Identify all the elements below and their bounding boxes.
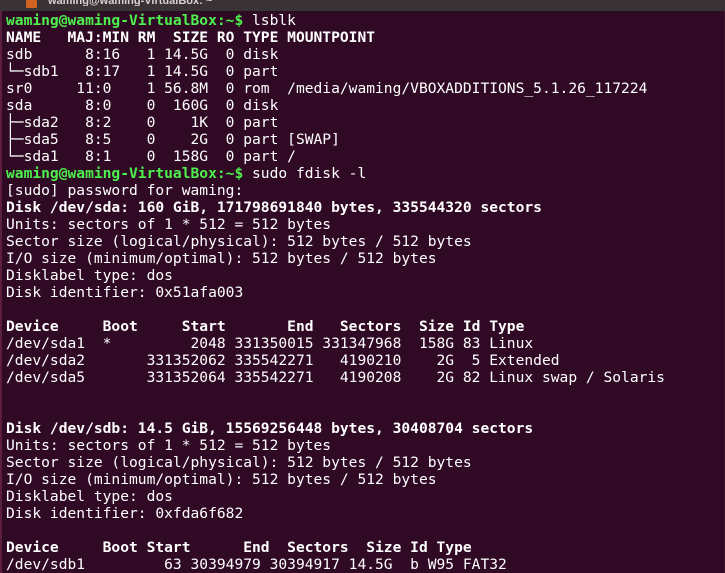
terminal-output-line: /dev/sda5 331352064 335542271 4190208 2G… <box>6 369 665 386</box>
terminal-output-line: Sector size (logical/physical): 512 byte… <box>6 233 472 250</box>
terminal-output-line: Disk /dev/sdb: 14.5 GiB, 15569256448 byt… <box>6 420 534 437</box>
terminal-output-line: Sector size (logical/physical): 512 byte… <box>6 454 472 471</box>
terminal-prompt-line: waming@waming-VirtualBox:~$ lsblk <box>6 12 724 29</box>
terminal-output-line: I/O size (minimum/optimal): 512 bytes / … <box>6 250 437 267</box>
terminal-output-line: Disk identifier: 0xfda6f682 <box>6 505 244 522</box>
terminal-output-line: Disklabel type: dos <box>6 267 173 284</box>
terminal-output-line: /dev/sdb1 63 30394979 30394917 14.5G b W… <box>6 556 507 573</box>
terminal-output-line: Device Boot Start End Sectors Size Id Ty… <box>6 318 525 335</box>
terminal-output-line: └─sda1 8:1 0 158G 0 part / <box>6 148 296 165</box>
terminal-output-line: sda 8:0 0 160G 0 disk <box>6 97 288 114</box>
window-title: waming@waming-VirtualBox: ~ <box>48 0 213 6</box>
terminal-output-line: sdb 8:16 1 14.5G 0 disk <box>6 46 288 63</box>
terminal-output-line: ├─sda2 8:2 0 1K 0 part <box>6 114 288 131</box>
shell-command: sudo fdisk -l <box>252 165 367 182</box>
terminal-output-line: I/O size (minimum/optimal): 512 bytes / … <box>6 471 437 488</box>
terminal-output-line: Disklabel type: dos <box>6 488 173 505</box>
terminal-screen[interactable]: waming@waming-VirtualBox:~$ lsblk NAME MA… <box>2 11 724 573</box>
terminal-output-line: NAME MAJ:MIN RM SIZE RO TYPE MOUNTPOINT <box>6 29 376 46</box>
terminal-output-line: sr0 11:0 1 56.8M 0 rom /media/waming/VBO… <box>6 80 648 97</box>
shell-prompt: waming@waming-VirtualBox:~$ <box>6 165 253 182</box>
shell-prompt: waming@waming-VirtualBox:~$ <box>6 12 253 29</box>
terminal-prompt-line: waming@waming-VirtualBox:~$ sudo fdisk -… <box>6 165 724 182</box>
terminal-output-line: Device Boot Start End Sectors Size Id Ty… <box>6 539 472 556</box>
shell-command: lsblk <box>252 12 296 29</box>
terminal-output-line: └─sdb1 8:17 1 14.5G 0 part <box>6 63 288 80</box>
terminal-output-line: /dev/sda2 331352062 335542271 4190210 2G… <box>6 352 560 369</box>
terminal-window: waming@waming-VirtualBox: ~ waming@wamin… <box>0 0 725 573</box>
terminal-output-line: /dev/sda1 * 2048 331350015 331347968 158… <box>6 335 534 352</box>
terminal-icon <box>26 0 37 8</box>
terminal-output-line: ├─sda5 8:5 0 2G 0 part [SWAP] <box>6 131 340 148</box>
terminal-output-line: Disk /dev/sda: 160 GiB, 171798691840 byt… <box>6 199 542 216</box>
terminal-output-line: Units: sectors of 1 * 512 = 512 bytes <box>6 216 332 233</box>
terminal-output-line: Units: sectors of 1 * 512 = 512 bytes <box>6 437 332 454</box>
terminal-output-line: Disk identifier: 0x51afa003 <box>6 284 244 301</box>
terminal-output-line: [sudo] password for waming: <box>6 182 253 199</box>
